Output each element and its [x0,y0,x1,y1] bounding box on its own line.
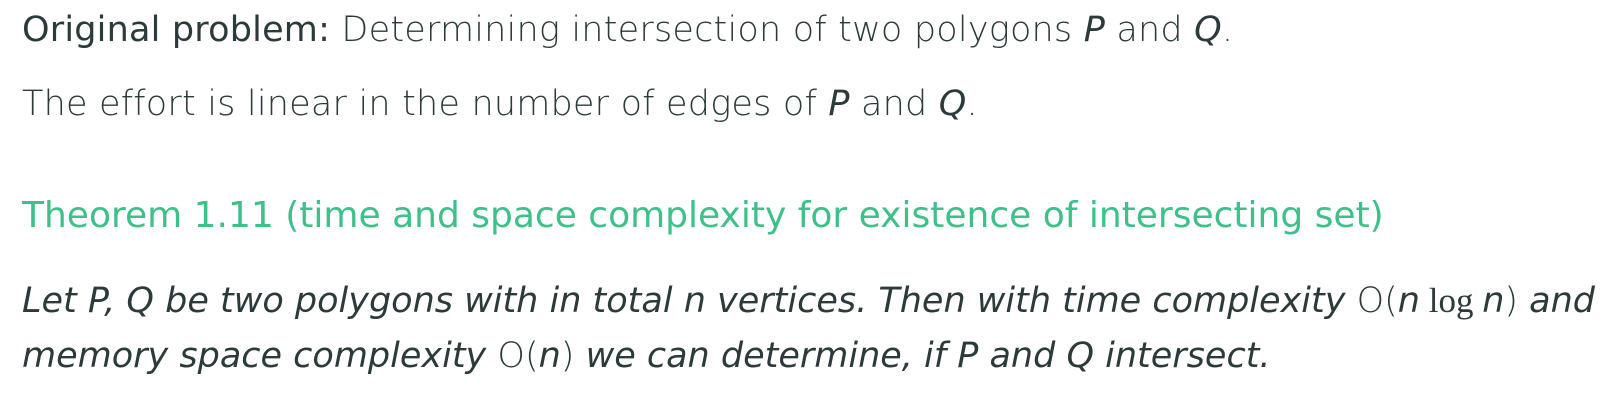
math-pq: P, Q [87,281,154,321]
math-big-o: O [1356,281,1385,321]
original-problem-line: Original problem: Determining intersecti… [22,10,1233,50]
math-p: P [957,336,979,376]
and-text: and [849,84,939,124]
math-n: n [683,281,706,321]
math-n: n [538,336,561,376]
theorem-body: Let P, Q be two polygons with in total n… [22,273,1607,384]
theorem-heading: Theorem 1.11 (time and space complexity … [22,195,1384,236]
theorem-text: Let [22,281,88,321]
math-paren-close: ) [560,336,575,376]
math-p: P [1083,10,1106,50]
original-problem-label: Original problem: [22,10,331,50]
math-n: n [1482,281,1505,321]
theorem-text: and [978,336,1067,376]
math-q: Q [1194,10,1222,50]
math-q: Q [1066,336,1094,376]
math-paren-close: ) [1504,281,1519,321]
math-paren-open: ( [1384,281,1398,321]
and-text: and [1105,10,1195,50]
math-p: P [828,84,850,124]
original-problem-text: Determining intersection of two polygons [330,10,1084,50]
period: . [966,84,978,124]
theorem-text: we can determine, if [574,336,958,376]
theorem-text: and [1518,281,1596,321]
math-log: log [1419,281,1483,320]
math-n: n [1397,281,1420,321]
effort-text: The effort is linear in the number of ed… [22,84,829,124]
effort-line: The effort is linear in the number of ed… [22,84,978,124]
theorem-text: memory space complexity [22,336,498,376]
theorem-line-2: memory space complexity O(n) we can dete… [22,329,1607,384]
math-paren-open: ( [524,336,539,376]
theorem-line-1: Let P, Q be two polygons with in total n… [22,273,1607,329]
theorem-text: be two polygons with in total [153,281,684,321]
period: . [1221,10,1234,50]
math-big-o: O [497,336,525,376]
theorem-text: vertices. Then with time complexity [705,281,1357,321]
math-q: Q [938,84,967,124]
theorem-text: intersect. [1094,336,1271,376]
